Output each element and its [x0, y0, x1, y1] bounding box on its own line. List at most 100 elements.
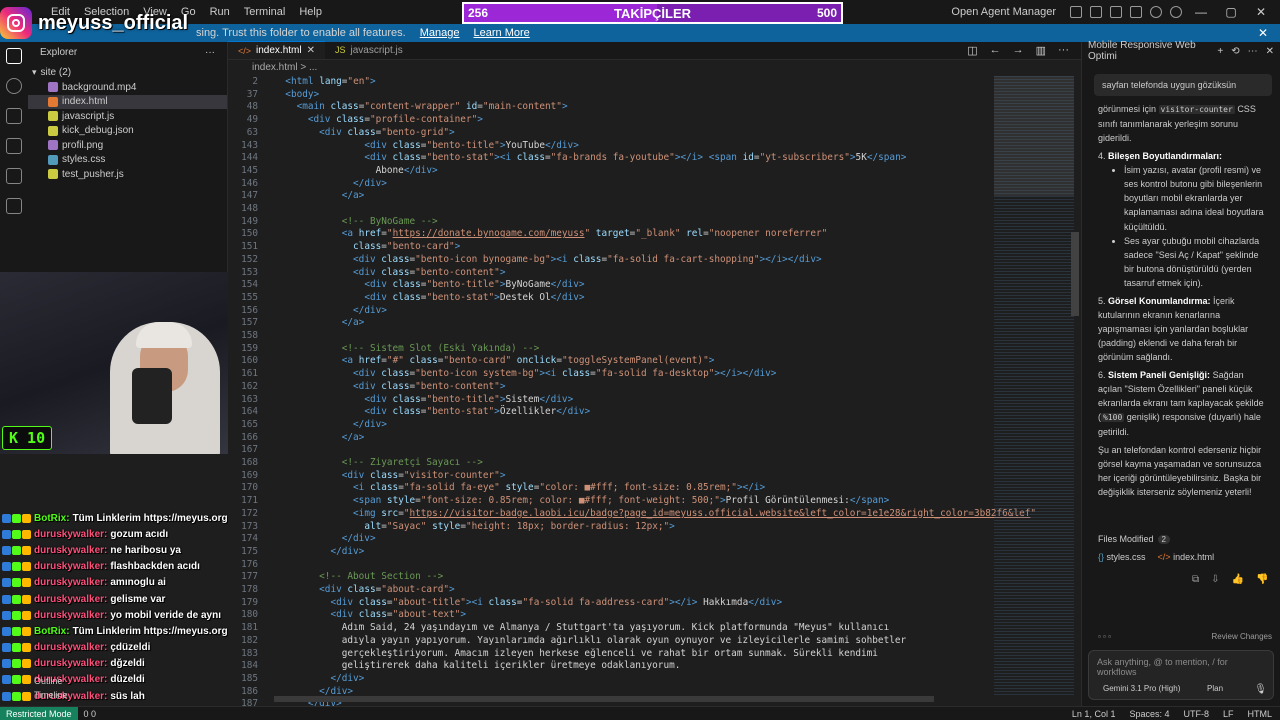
new-chat-icon[interactable]: +: [1217, 46, 1223, 57]
thumbs-down-icon[interactable]: 👎: [1256, 574, 1268, 585]
go-back-icon[interactable]: ←: [990, 44, 1001, 56]
file-item[interactable]: test_pusher.js: [28, 167, 227, 182]
code-line[interactable]: <div class="profile-container">: [274, 114, 483, 125]
split-icon[interactable]: ▥: [1036, 44, 1046, 57]
menu-help[interactable]: Help: [292, 6, 329, 18]
code-line[interactable]: adıyla yayın yapıyorum. Yayınlarımda ağı…: [274, 635, 906, 646]
code-line[interactable]: <main class="content-wrapper" id="main-c…: [274, 101, 568, 112]
code-line[interactable]: <body>: [274, 89, 319, 100]
code-line[interactable]: </div>: [274, 546, 364, 557]
manage-link[interactable]: Manage: [420, 27, 460, 39]
file-item[interactable]: kick_debug.json: [28, 124, 227, 139]
go-forward-icon[interactable]: →: [1013, 44, 1024, 56]
code-line[interactable]: <a href="#" class="bento-card" onclick="…: [274, 355, 715, 366]
horizontal-scrollbar[interactable]: [274, 696, 934, 702]
explorer-icon[interactable]: [6, 48, 22, 64]
restricted-mode-indicator[interactable]: Restricted Mode: [0, 707, 78, 720]
code-line[interactable]: </div>: [274, 178, 387, 189]
breadcrumb[interactable]: index.html > ...: [228, 60, 1081, 74]
minimize-icon[interactable]: —: [1190, 5, 1212, 19]
code-line[interactable]: </a>: [274, 190, 365, 201]
code-line[interactable]: geliştirerek daha kaliteli içerikler üre…: [274, 660, 681, 671]
code-line[interactable]: <!-- About Section -->: [274, 571, 443, 582]
modified-file-html[interactable]: </> index.html: [1158, 552, 1215, 562]
code-line[interactable]: <div class="bento-grid">: [274, 127, 455, 138]
indentation[interactable]: Spaces: 4: [1129, 709, 1169, 719]
settings-gear-icon[interactable]: [1150, 6, 1162, 18]
code-line[interactable]: <!-- ByNoGame -->: [274, 216, 438, 227]
menu-terminal[interactable]: Terminal: [237, 6, 293, 18]
file-item[interactable]: styles.css: [28, 153, 227, 168]
code-line[interactable]: </div>: [274, 533, 376, 544]
code-line[interactable]: <div class="bento-stat">Özellikler</div>: [274, 406, 590, 417]
code-line[interactable]: </div>: [274, 686, 353, 697]
code-line[interactable]: <div class="bento-title">Sistem</div>: [274, 394, 573, 405]
code-line[interactable]: <div class="about-card">: [274, 584, 455, 595]
learn-more-link[interactable]: Learn More: [474, 27, 530, 39]
close-icon[interactable]: ✕: [1258, 26, 1268, 40]
code-line[interactable]: <html lang="en">: [274, 76, 375, 87]
code-line[interactable]: <div class="visitor-counter">: [274, 470, 506, 481]
code-line[interactable]: </div>: [274, 419, 387, 430]
code-line[interactable]: Abone</div>: [274, 165, 438, 176]
history-icon[interactable]: ⟲: [1231, 46, 1239, 57]
code-line[interactable]: <div class="bento-content">: [274, 267, 505, 278]
code-line[interactable]: <div class="bento-icon system-bg"><i cla…: [274, 368, 776, 379]
mode-selector[interactable]: Plan: [1207, 684, 1223, 693]
code-line[interactable]: <div class="bento-title">ByNoGame</div>: [274, 279, 584, 290]
outline-header[interactable]: Outline: [28, 674, 228, 688]
code-line[interactable]: gerçekleştiriyorum. Amacım izleyen herke…: [274, 648, 878, 659]
code-line[interactable]: <span style="font-size: 0.85rem; color: …: [274, 495, 889, 506]
code-line[interactable]: <!-- Sistem Slot (Eski Yakında) -->: [274, 343, 540, 354]
code-line[interactable]: <div class="about-text">: [274, 609, 466, 620]
code-line[interactable]: </div>: [274, 305, 387, 316]
attach-icon[interactable]: ▫ ▫ ▫: [1098, 632, 1111, 641]
layout-sidebar-icon[interactable]: [1070, 6, 1082, 18]
layout-secondary-icon[interactable]: [1110, 6, 1122, 18]
more-icon[interactable]: ⋯: [1248, 46, 1258, 57]
agent-manager-button[interactable]: Open Agent Manager: [951, 6, 1056, 18]
split-editor-icon[interactable]: ◫: [967, 44, 977, 57]
code-line[interactable]: <img src="https://visitor-badge.laobi.ic…: [274, 508, 1036, 519]
code-area[interactable]: 2 <html lang="en"> 37 <body> 48 <main clas…: [228, 76, 1036, 709]
end-of-line[interactable]: LF: [1223, 709, 1234, 719]
vertical-scrollbar[interactable]: [1071, 232, 1079, 316]
minimap-slider[interactable]: [994, 76, 1074, 196]
code-line[interactable]: </div>: [274, 673, 364, 684]
code-line[interactable]: </a>: [274, 317, 365, 328]
tab-javascript-js[interactable]: JS javascript.js: [325, 41, 413, 59]
thumbs-up-icon[interactable]: 👍: [1232, 574, 1244, 585]
maximize-icon[interactable]: ▢: [1220, 5, 1242, 19]
close-window-icon[interactable]: ✕: [1250, 5, 1272, 19]
layout-panel-icon[interactable]: [1090, 6, 1102, 18]
code-line[interactable]: <a href="https://donate.bynogame.com/mey…: [274, 228, 828, 239]
copy-icon[interactable]: ⧉: [1192, 574, 1199, 585]
code-line[interactable]: <div class="bento-icon bynogame-bg"><i c…: [274, 254, 822, 265]
more-icon[interactable]: ···: [1058, 44, 1069, 56]
problems-indicator[interactable]: 0 0: [84, 709, 97, 719]
cursor-position[interactable]: Ln 1, Col 1: [1072, 709, 1116, 719]
remote-explorer-icon[interactable]: [6, 168, 22, 184]
code-line[interactable]: <div class="about-title"><i class="fa-so…: [274, 597, 782, 608]
code-line[interactable]: class="bento-card">: [274, 241, 460, 252]
search-icon[interactable]: [6, 78, 22, 94]
menu-run[interactable]: Run: [203, 6, 237, 18]
file-item[interactable]: profil.png: [28, 138, 227, 153]
modified-file-css[interactable]: {} styles.css: [1098, 552, 1146, 562]
chat-input[interactable]: Ask anything, @ to mention, / for workfl…: [1088, 650, 1274, 700]
close-tab-icon[interactable]: ✕: [307, 45, 315, 56]
workspace-folder[interactable]: ▾ site (2): [28, 64, 227, 80]
encoding[interactable]: UTF-8: [1183, 709, 1209, 719]
code-line[interactable]: Adım Said, 24 yaşındayım ve Almanya / St…: [274, 622, 890, 633]
code-line[interactable]: <div class="bento-stat"><i class="fa-bra…: [274, 152, 906, 163]
code-line[interactable]: alt="Sayac" style="height: 18px; border-…: [274, 521, 675, 532]
customize-layout-icon[interactable]: [1130, 6, 1142, 18]
code-line[interactable]: <div class="bento-content">: [274, 381, 505, 392]
timeline-header[interactable]: Timeline: [28, 688, 228, 702]
more-actions-icon[interactable]: ···: [205, 47, 215, 58]
language-mode[interactable]: HTML: [1248, 709, 1273, 719]
extensions-icon[interactable]: [6, 198, 22, 214]
code-line[interactable]: <div class="bento-stat">Destek Ol</div>: [274, 292, 584, 303]
file-item[interactable]: javascript.js: [28, 109, 227, 124]
code-line[interactable]: <!-- Ziyaretçi Sayacı -->: [274, 457, 483, 468]
